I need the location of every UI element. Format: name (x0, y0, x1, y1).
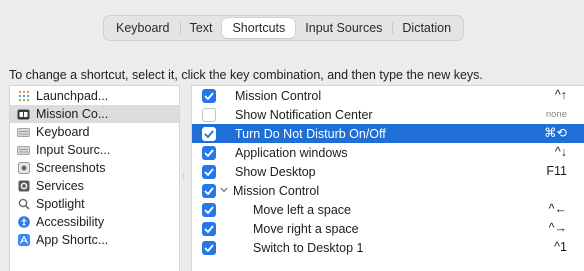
input-sources-icon (17, 144, 30, 157)
shortcut-label: Mission Control (235, 88, 322, 103)
category-label: Screenshots (36, 161, 106, 175)
category-keyboard[interactable]: Keyboard (10, 123, 179, 141)
shortcut-keys[interactable]: ^← (549, 200, 567, 219)
split-view-handle[interactable]: ⁞ (182, 173, 186, 182)
checkmark-icon (204, 129, 214, 138)
shortcut-keys[interactable]: ^1 (554, 238, 567, 257)
shortcut-label: Move right a space (253, 221, 359, 236)
shortcut-label: Show Notification Center (235, 107, 373, 122)
checkmark-icon (204, 224, 214, 233)
checkmark-icon (204, 186, 214, 195)
shortcut-keys[interactable]: ^↓ (555, 143, 567, 162)
screenshots-icon (17, 162, 30, 175)
shortcut-label: Turn Do Not Disturb On/Off (235, 126, 386, 141)
category-screenshots[interactable]: Screenshots (10, 159, 179, 177)
category-label: Accessibility (36, 215, 105, 229)
category-label: Keyboard (36, 125, 90, 139)
shortcut-list: Mission Control ^↑ Show Notification Cen… (191, 85, 584, 271)
shortcut-row[interactable]: Show Desktop F11 (192, 162, 584, 181)
shortcut-row[interactable]: Move right a space ^→ (192, 219, 584, 238)
checkmark-icon (204, 243, 214, 252)
checkmark-icon (204, 91, 214, 100)
shortcut-label: Application windows (235, 145, 348, 160)
shortcut-row[interactable]: Application windows ^↓ (192, 143, 584, 162)
category-list: Launchpad... Mission Co... Keyboard Inpu… (9, 85, 180, 271)
shortcut-row[interactable]: Mission Control ^↑ (192, 86, 584, 105)
shortcut-label: Show Desktop (235, 164, 316, 179)
mission-control-icon (17, 108, 30, 121)
chevron-down-icon[interactable] (220, 185, 232, 196)
shortcut-keys[interactable]: F11 (546, 162, 567, 181)
shortcut-label: Move left a space (253, 202, 351, 217)
tab-bar: Keyboard Text Shortcuts Input Sources Di… (103, 15, 465, 41)
checkmark-icon (204, 205, 214, 214)
shortcut-group-label: Mission Control (233, 183, 320, 198)
enable-checkbox[interactable] (202, 221, 216, 236)
tab-dictation[interactable]: Dictation (392, 18, 461, 38)
category-mission-control[interactable]: Mission Co... (10, 105, 179, 123)
shortcut-keys[interactable]: ^↑ (555, 86, 567, 105)
enable-checkbox[interactable] (202, 202, 216, 217)
category-spotlight[interactable]: Spotlight (10, 195, 179, 213)
category-input-sources[interactable]: Input Sourc... (10, 141, 179, 159)
spotlight-icon (17, 198, 30, 211)
category-accessibility[interactable]: Accessibility (10, 213, 179, 231)
checkmark-icon (204, 167, 214, 176)
shortcut-keys[interactable]: none (546, 105, 567, 124)
shortcut-group-row[interactable]: Mission Control (192, 181, 584, 200)
category-label: Mission Co... (36, 107, 109, 121)
shortcut-row[interactable]: Show Notification Center none (192, 105, 584, 124)
enable-checkbox[interactable] (202, 88, 216, 103)
shortcut-label: Switch to Desktop 1 (253, 240, 364, 255)
category-app-shortcuts[interactable]: App Shortc... (10, 231, 179, 249)
shortcut-row[interactable]: Move left a space ^← (192, 200, 584, 219)
shortcut-row[interactable]: Switch to Desktop 1 ^1 (192, 238, 584, 257)
tab-keyboard[interactable]: Keyboard (106, 18, 180, 38)
enable-checkbox[interactable] (202, 183, 216, 198)
category-services[interactable]: Services (10, 177, 179, 195)
shortcut-row-selected[interactable]: Turn Do Not Disturb On/Off ⌘⟲ (192, 124, 584, 143)
enable-checkbox[interactable] (202, 126, 216, 141)
app-shortcuts-icon (17, 234, 30, 247)
enable-checkbox[interactable] (202, 240, 216, 255)
category-launchpad[interactable]: Launchpad... (10, 87, 179, 105)
tab-input-sources[interactable]: Input Sources (295, 18, 392, 38)
shortcut-keys[interactable]: ^→ (549, 219, 567, 238)
category-label: App Shortc... (36, 233, 109, 247)
instruction-text: To change a shortcut, select it, click t… (9, 68, 483, 82)
category-label: Services (36, 179, 84, 193)
shortcut-keys[interactable]: ⌘⟲ (544, 124, 567, 143)
keyboard-icon (17, 126, 30, 139)
category-label: Spotlight (36, 197, 85, 211)
checkmark-icon (204, 148, 214, 157)
enable-checkbox[interactable] (202, 145, 216, 160)
tab-text[interactable]: Text (179, 18, 223, 38)
services-icon (17, 180, 30, 193)
accessibility-icon (17, 216, 30, 229)
tab-shortcuts[interactable]: Shortcuts (222, 18, 296, 38)
enable-checkbox[interactable] (202, 107, 216, 122)
enable-checkbox[interactable] (202, 164, 216, 179)
category-label: Input Sourc... (36, 143, 111, 157)
launchpad-icon (17, 90, 30, 103)
category-label: Launchpad... (36, 89, 109, 103)
